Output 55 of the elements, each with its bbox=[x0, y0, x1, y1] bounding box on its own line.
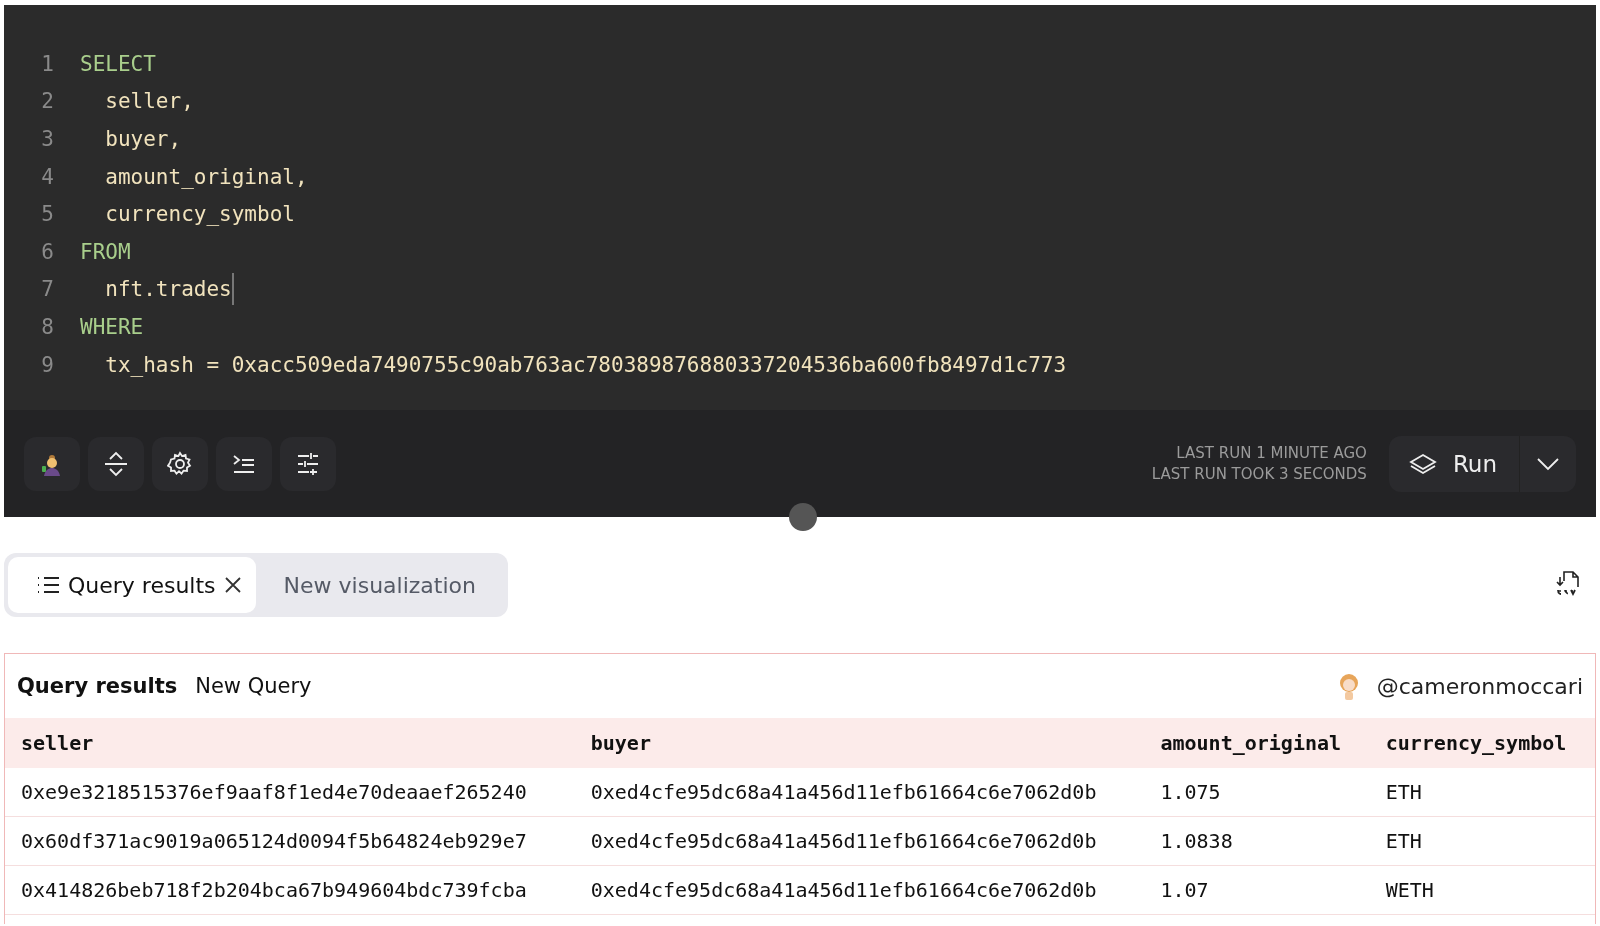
run-duration-text: LAST RUN TOOK 3 SECONDS bbox=[1151, 463, 1367, 485]
column-header: amount_original bbox=[1144, 718, 1370, 768]
table-cell: 1.075 bbox=[1144, 768, 1370, 817]
table-cell: ETH bbox=[1369, 816, 1595, 866]
tab[interactable]: New visualization bbox=[255, 557, 504, 613]
list-icon bbox=[36, 575, 60, 595]
table-cell: 0xed4cfe95dc68a41a456d11efb61664c6e7062d0b bbox=[574, 816, 1145, 866]
code-line: currency_symbol bbox=[104, 202, 295, 227]
line-number: 9 bbox=[40, 352, 55, 377]
avatar-button[interactable] bbox=[24, 436, 80, 491]
table-cell: 0x60df371ac9019a065124d0094f5b64824eb929e7 bbox=[5, 816, 575, 866]
table-cell: 0x414826beb718f2b204bca67b949604bdc739fcba bbox=[5, 865, 575, 915]
results-title: Query results bbox=[17, 674, 178, 698]
code-editor[interactable]: 1 SELECT 2 seller, 3 buyer, 4 amount_original, 5 currency_symbol 6 FROM 7 nft.trades 8 WHERE 9 tx_hash = 0xacc509eda7490755c90ab763ac780389876880337204536ba600fb8497d1c773 bbox=[4, 5, 1596, 410]
table-cell: 1.07 bbox=[1144, 865, 1370, 915]
line-number: 6 bbox=[40, 239, 55, 264]
column-header: seller bbox=[5, 718, 575, 768]
expand-button[interactable] bbox=[88, 436, 144, 491]
table-cell: 0xed4cfe95dc68a41a456d11efb61664c6e7062d0b bbox=[574, 865, 1145, 915]
resize-handle[interactable] bbox=[789, 503, 817, 531]
code-line: nft.trades bbox=[104, 277, 232, 302]
code-line: buyer, bbox=[104, 127, 182, 151]
sliders-icon bbox=[295, 450, 321, 477]
line-number: 5 bbox=[40, 202, 55, 227]
code-line: SELECT bbox=[80, 51, 156, 76]
tab[interactable]: Query results bbox=[8, 557, 256, 613]
code-line: amount_original, bbox=[104, 164, 308, 189]
line-number: 8 bbox=[40, 314, 55, 339]
expand-collapse-icon bbox=[102, 449, 130, 478]
line-number: 7 bbox=[40, 277, 55, 302]
table-cell: 0xed4cfe95dc68a41a456d11efb61664c6e7062d0b bbox=[574, 768, 1145, 817]
code-line: seller, bbox=[104, 89, 194, 114]
line-number: 2 bbox=[40, 89, 55, 114]
chevron-down-icon bbox=[1536, 456, 1560, 471]
line-number: 1 bbox=[40, 51, 55, 76]
line-number: 4 bbox=[40, 164, 55, 189]
layers-icon bbox=[1408, 452, 1437, 475]
author-name[interactable]: @cameronmoccari bbox=[1376, 673, 1583, 699]
column-header: currency_symbol bbox=[1369, 718, 1595, 768]
settings-icon bbox=[167, 450, 193, 477]
indent-icon bbox=[232, 452, 256, 475]
code-line: FROM bbox=[80, 239, 131, 264]
table-cell: 1.0838 bbox=[1144, 816, 1370, 866]
table-cell: WETH bbox=[1369, 865, 1595, 915]
table-cell: ETH bbox=[1369, 768, 1595, 817]
last-run-text: LAST RUN 1 MINUTE AGO bbox=[1176, 442, 1367, 464]
code-line: tx_hash = 0xacc509eda7490755c90ab763ac780389876880337204536ba600fb8497d1c773 bbox=[104, 352, 1067, 377]
line-number: 3 bbox=[40, 127, 55, 151]
settings-button[interactable] bbox=[152, 436, 208, 491]
column-header: buyer bbox=[574, 718, 1145, 768]
query-name: New Query bbox=[195, 674, 312, 698]
table-cell: 0xe9e3218515376ef9aaf8f1ed4e70deaaef265240 bbox=[5, 768, 575, 817]
indent-button[interactable] bbox=[216, 436, 272, 491]
sliders-button[interactable] bbox=[280, 436, 336, 491]
code-line: WHERE bbox=[80, 314, 144, 339]
